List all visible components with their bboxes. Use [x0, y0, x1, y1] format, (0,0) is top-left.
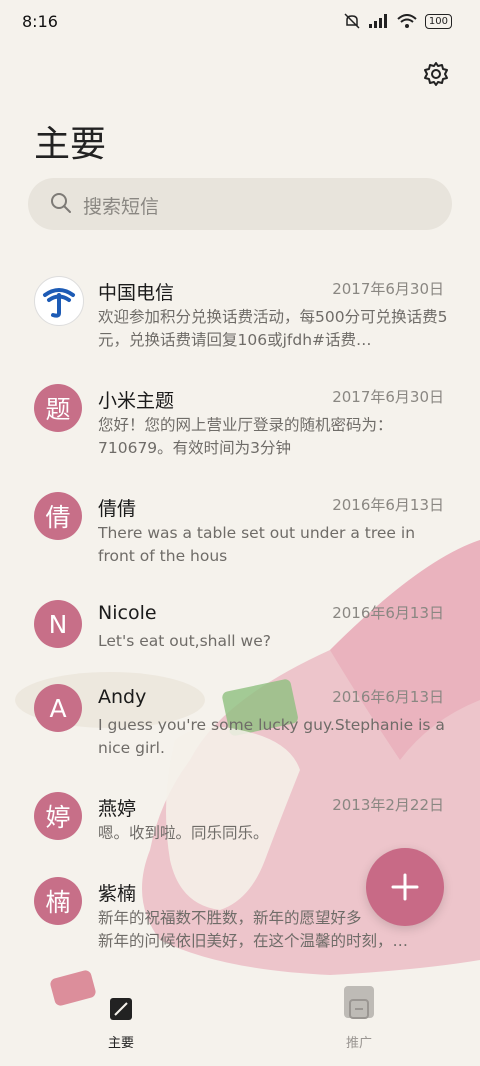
- avatar: 倩: [34, 492, 82, 540]
- conversation-preview: There was a table set out under a tree i…: [98, 524, 416, 565]
- plus-icon: [391, 873, 419, 901]
- conversation-preview: 欢迎参加积分兑换话费活动，每500分可兑换话费5元，兑换话费请回复106或jfd…: [98, 308, 448, 349]
- conversation-date: 2016年6月13日: [332, 496, 444, 514]
- china-telecom-logo: [43, 288, 75, 318]
- conversation-name: Nicole: [98, 602, 157, 624]
- search-input[interactable]: 搜索短信: [28, 178, 452, 230]
- page-title: 主要: [34, 124, 107, 165]
- signal-icon: [368, 14, 387, 28]
- conversation-preview: 嗯。收到啦。同乐同乐。: [98, 824, 269, 842]
- conversation-name: 中国电信: [98, 282, 175, 304]
- mute-icon: [344, 13, 360, 29]
- tab-label: 推广: [345, 1036, 372, 1051]
- settings-gear-icon[interactable]: [422, 60, 450, 88]
- conversation-name: 小米主题: [98, 390, 175, 412]
- bottom-nav: 主要 推广: [0, 990, 480, 1066]
- conversation-date: 2016年6月13日: [332, 604, 444, 622]
- avatar: 楠: [34, 877, 82, 925]
- conversation-preview: Let's eat out,shall we?: [98, 632, 271, 650]
- tab-main[interactable]: 主要: [81, 990, 161, 1051]
- new-message-button[interactable]: [366, 848, 444, 926]
- status-time: 8:16: [22, 12, 58, 31]
- tab-promotion[interactable]: 推广: [319, 990, 399, 1051]
- tab-label: 主要: [107, 1036, 134, 1051]
- avatar: 题: [34, 384, 82, 432]
- status-icons: 100: [343, 12, 452, 30]
- avatar: A: [34, 684, 82, 732]
- conversation-date: 2017年6月30日: [332, 280, 444, 298]
- conversation-name: 燕婷: [98, 798, 137, 820]
- conversation-date: 2013年2月22日: [332, 796, 444, 814]
- status-bar: 8:16 100: [0, 0, 480, 44]
- avatar: N: [34, 600, 82, 648]
- conversation-name: 紫楠: [98, 883, 137, 905]
- conversation-name: Andy: [98, 686, 147, 708]
- search-placeholder: 搜索短信: [83, 196, 160, 218]
- promotion-tab-icon: [349, 999, 369, 1019]
- wifi-icon: [397, 13, 417, 28]
- conversation-name: 倩倩: [98, 498, 137, 520]
- conversation-preview: I guess you're some lucky guy.Stephanie …: [98, 716, 445, 757]
- conversation-preview: 您好！您的网上营业厅登录的随机密码为：710679。有效时间为3分钟: [98, 416, 393, 457]
- avatar: 婷: [34, 792, 82, 840]
- conversation-date: 2016年6月13日: [332, 688, 444, 706]
- conversation-date: 2017年6月30日: [332, 388, 444, 406]
- battery-icon: 100: [424, 13, 452, 29]
- avatar: [34, 276, 84, 326]
- search-icon: [51, 193, 71, 213]
- message-tab-icon: [110, 998, 132, 1020]
